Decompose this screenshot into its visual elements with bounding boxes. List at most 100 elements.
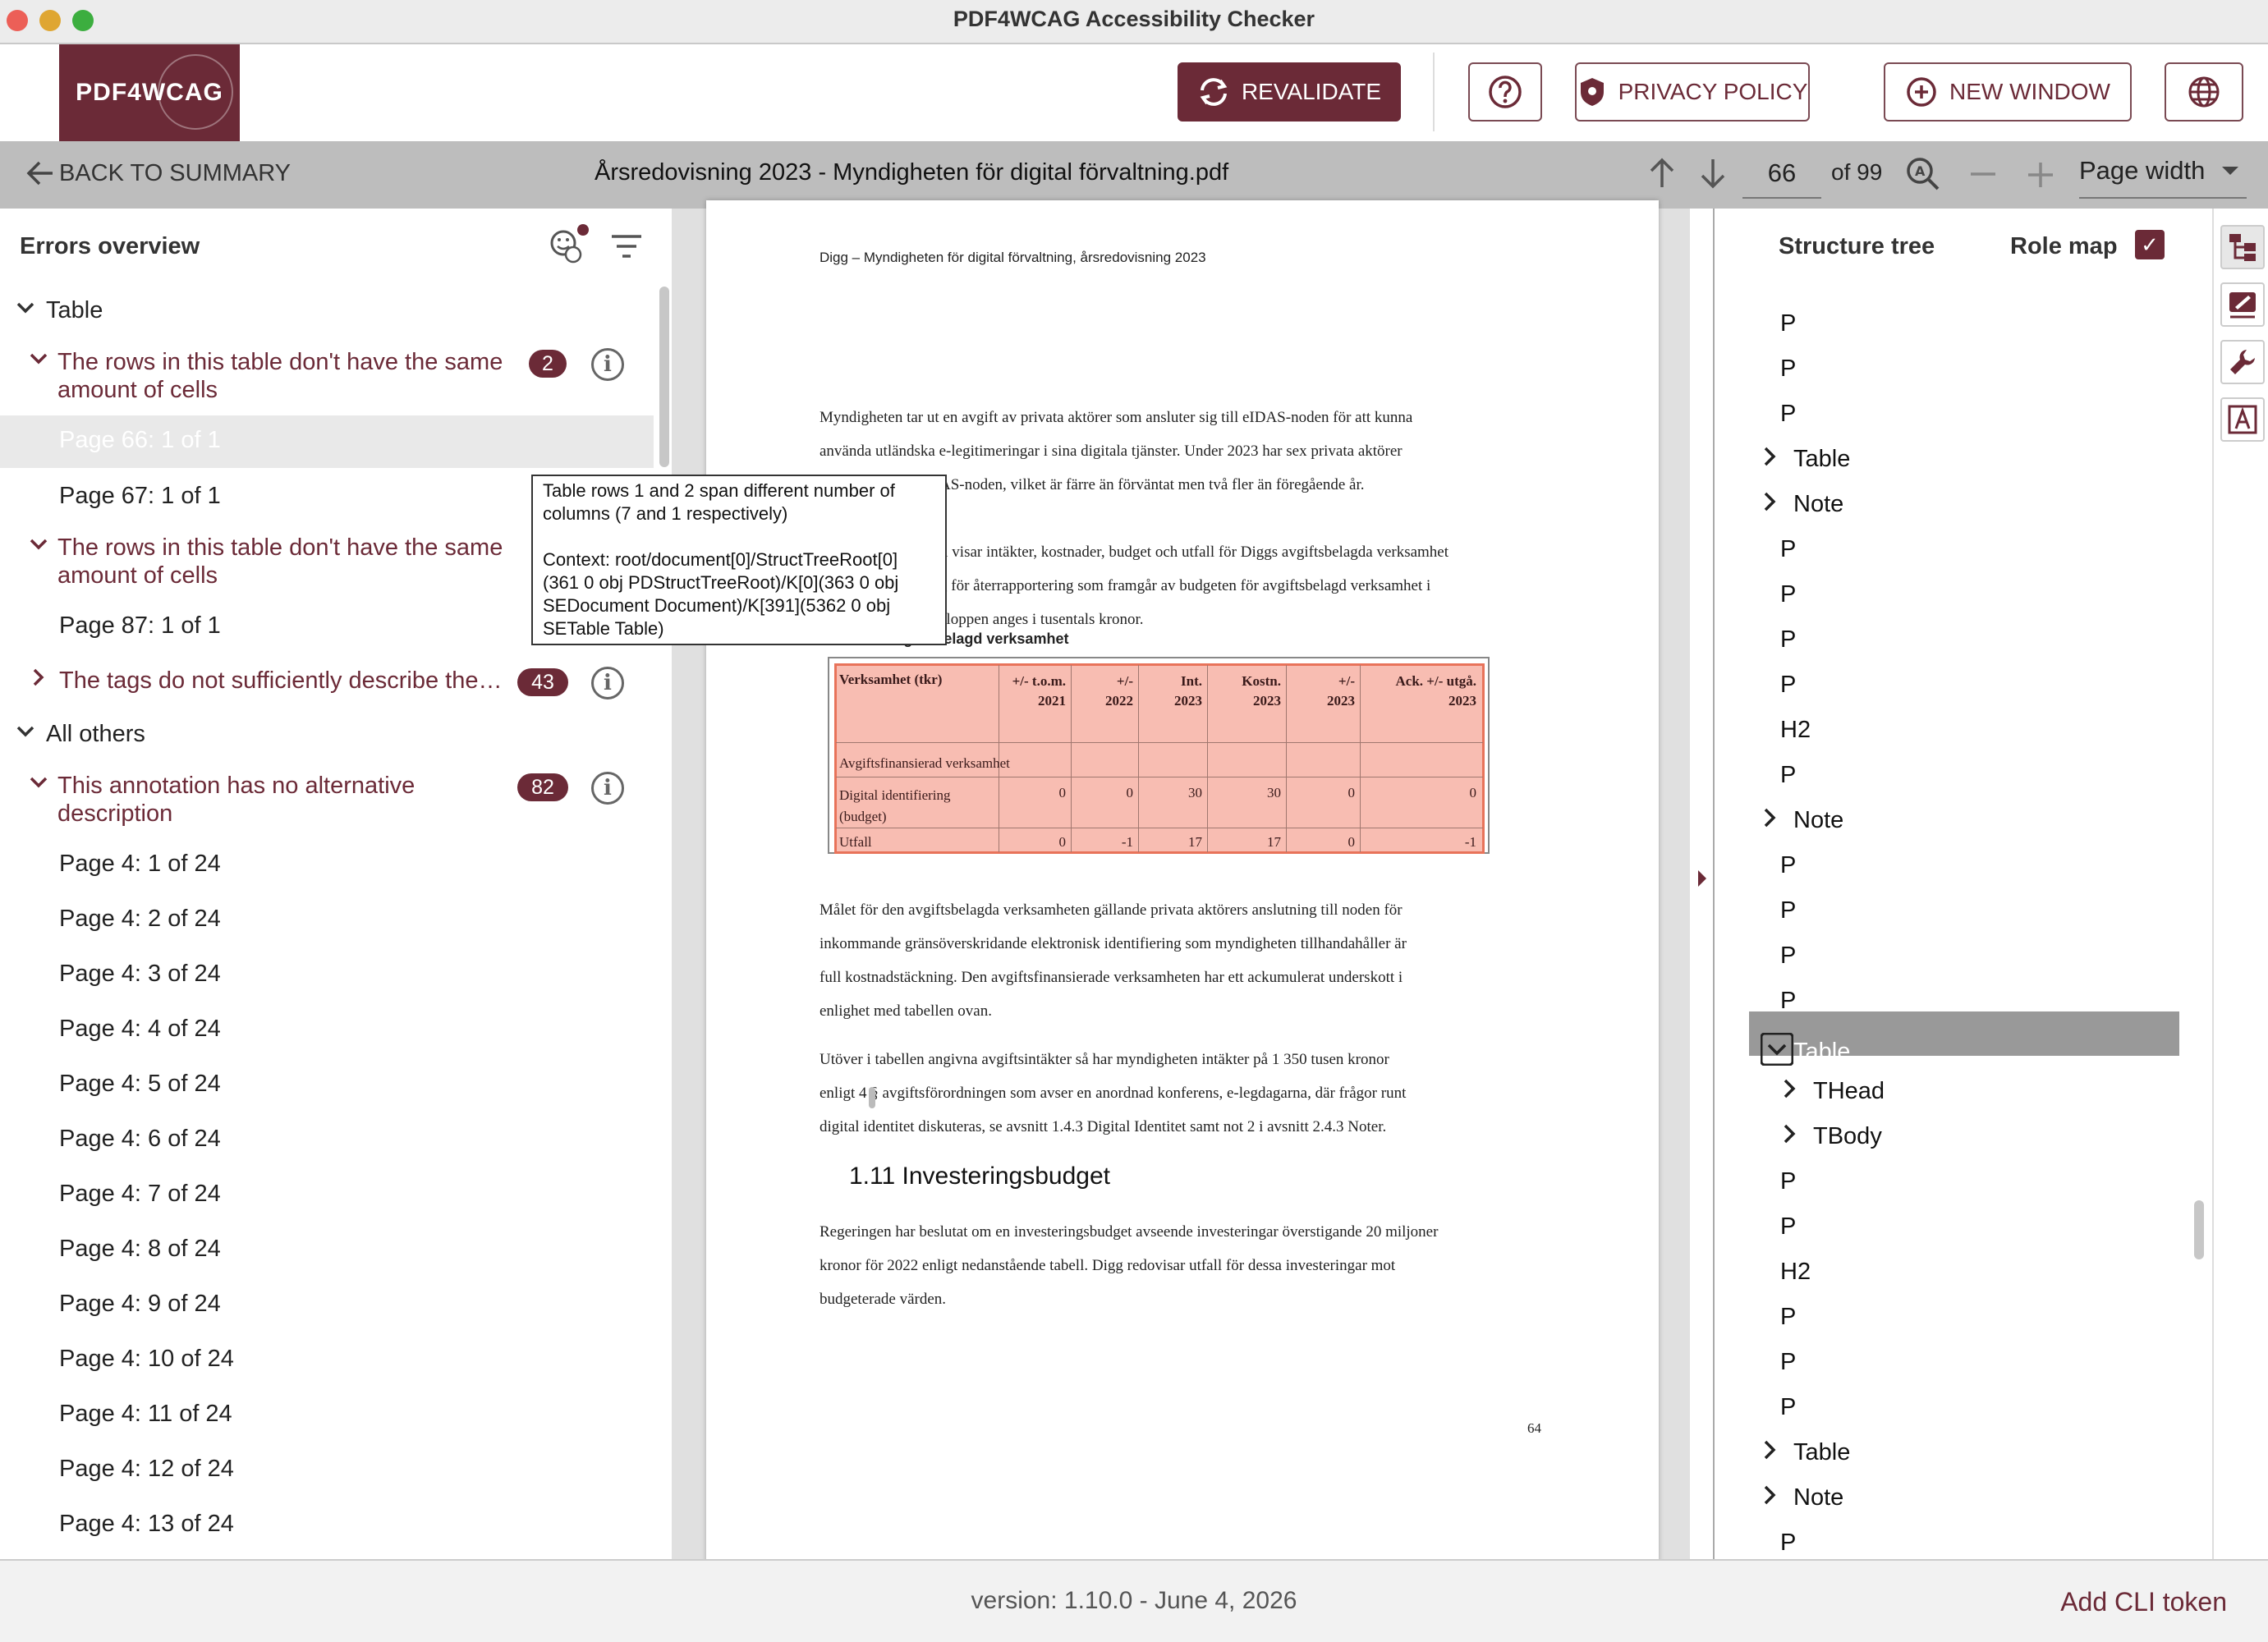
error-instance-row[interactable]: Page 4: 13 of 24 [59,1511,234,1538]
structure-node-p[interactable]: P [1780,1213,1796,1241]
error-instance-row[interactable]: Page 4: 5 of 24 [59,1071,221,1098]
structure-node-p[interactable]: P [1780,943,1796,970]
chevron-down-icon[interactable] [1760,1032,1794,1071]
chevron-right-icon[interactable] [1761,807,1782,834]
table-header-cell: Verksamhet (tkr) [839,672,943,687]
structure-node-p[interactable]: P [1780,852,1796,879]
pdf-line: kronor för 2022 enligt nedanstående tabe… [820,1257,1396,1274]
info-icon[interactable]: i [591,348,624,381]
structure-tree-tool[interactable] [2220,225,2265,269]
error-instance-row[interactable]: Page 4: 10 of 24 [59,1346,234,1373]
structure-node-p[interactable]: P [1780,536,1796,563]
chevron-right-icon[interactable] [1780,1078,1802,1105]
structure-node-tbody[interactable]: TBody [1780,1123,1882,1150]
error-instance-row[interactable]: Page 4: 6 of 24 [59,1126,221,1153]
info-icon[interactable]: i [591,667,624,699]
chevron-right-icon[interactable] [1761,1484,1782,1511]
tools-tool[interactable] [2220,340,2265,384]
arrow-up-icon[interactable] [1647,156,1677,190]
chevron-right-icon[interactable] [1761,1439,1782,1466]
chevron-right-icon[interactable] [1761,491,1782,518]
structure-node-table[interactable]: Table [1760,1032,1851,1071]
structure-node-p[interactable]: P [1780,897,1796,924]
pdf-paragraph: ll visar intäkter, kostnader, budget och… [939,535,1448,636]
error-instance-row[interactable]: Page 4: 1 of 24 [59,851,221,878]
structure-node-h2[interactable]: H2 [1780,1259,1811,1286]
structure-node-p[interactable]: P [1780,626,1796,654]
error-instance-row[interactable]: Page 4: 12 of 24 [59,1456,234,1483]
error-instance-row[interactable]: Page 4: 2 of 24 [59,906,221,933]
structure-scrollbar[interactable] [2194,1200,2204,1259]
caret-down-icon [2222,167,2239,175]
error-row-cells-1[interactable]: The rows in this table don't have the sa… [28,348,521,404]
info-icon[interactable]: i [591,772,624,805]
accessibility-filter-icon[interactable] [545,218,593,266]
structure-node-note[interactable]: Note [1761,807,1843,834]
structure-node-p[interactable]: P [1780,672,1796,699]
document-title: Årsredovisning 2023 - Myndigheten för di… [595,159,1229,186]
add-cli-token-link[interactable]: Add CLI token [2060,1587,2227,1617]
arrow-down-icon[interactable] [1698,156,1728,190]
back-to-summary-link[interactable]: BACK TO SUMMARY [25,159,291,187]
chevron-right-icon [28,667,51,695]
structure-node-p[interactable]: P [1780,310,1796,337]
structure-node-p[interactable]: P [1780,1394,1796,1421]
error-instance-row[interactable]: Page 4: 4 of 24 [59,1016,221,1043]
zoom-in-icon[interactable] [2027,161,2055,189]
panel-divider[interactable] [1690,209,1713,1559]
zoom-select[interactable]: Page width [2079,156,2243,186]
structure-node-p[interactable]: P [1780,1304,1796,1331]
zoom-out-icon[interactable] [1969,171,1997,177]
structure-node-p[interactable]: P [1780,1168,1796,1195]
structure-node-thead[interactable]: THead [1780,1078,1885,1105]
error-instance-row[interactable]: Page 4: 8 of 24 [59,1236,221,1263]
structure-node-h2[interactable]: H2 [1780,717,1811,744]
version-label: version: 1.10.0 - June 4, 2026 [971,1587,1297,1614]
structure-node-note[interactable]: Note [1761,1484,1843,1511]
errors-scrollbar[interactable] [659,287,669,467]
error-row-cells-2[interactable]: The rows in this table don't have the sa… [28,534,521,589]
structure-node-note[interactable]: Note [1761,491,1843,518]
table-cell: 30 [1267,785,1281,800]
structure-node-p[interactable]: P [1780,1349,1796,1376]
structure-node-p[interactable]: P [1780,401,1796,428]
drag-handle-icon[interactable] [865,1085,879,1110]
error-instance-row[interactable]: Page 87: 1 of 1 [59,612,221,640]
tooltip-line: Table rows 1 and 2 span different number… [543,480,895,501]
new-window-button[interactable]: NEW WINDOW [1884,62,2132,122]
filter-icon[interactable] [609,233,644,259]
structure-node-label: P [1780,1304,1797,1330]
chevron-right-icon[interactable] [1761,446,1782,473]
privacy-policy-button[interactable]: PRIVACY POLICY [1575,62,1810,122]
language-button[interactable] [2165,62,2243,122]
text-tool[interactable] [2220,397,2265,442]
help-button[interactable] [1468,62,1542,122]
chevron-right-icon[interactable] [1780,1123,1802,1150]
page-number-input[interactable] [1742,149,1821,199]
structure-node-table[interactable]: Table [1761,1439,1850,1466]
caret-right-icon[interactable] [1696,869,1708,888]
group-table[interactable]: Table [15,297,103,325]
zoom-fit-icon[interactable]: A [1905,156,1941,192]
error-instance-row[interactable]: Page 67: 1 of 1 [59,483,221,510]
group-all-others[interactable]: All others [15,721,145,749]
revalidate-button[interactable]: REVALIDATE [1178,62,1401,122]
error-row-tags[interactable]: The tags do not sufficiently describe th… [28,667,521,695]
role-map-checkbox[interactable]: ✓ [2135,230,2165,259]
structure-node-p[interactable]: P [1780,355,1796,383]
tree-icon [2229,234,2256,261]
error-instance-row[interactable]: Page 4: 7 of 24 [59,1181,221,1208]
error-instance-row[interactable]: Page 4: 11 of 24 [59,1401,232,1428]
annotation-tool[interactable] [2220,282,2265,327]
structure-node-table[interactable]: Table [1761,446,1850,473]
error-row-annotation[interactable]: This annotation has no alternative descr… [28,772,488,828]
error-instance-row[interactable]: Page 4: 9 of 24 [59,1291,221,1318]
structure-node-p[interactable]: P [1780,1530,1796,1557]
error-instance-row-selected[interactable]: Page 66: 1 of 1 [0,415,654,468]
error-instance-row[interactable]: Page 4: 3 of 24 [59,961,221,988]
structure-node-p[interactable]: P [1780,581,1796,608]
structure-node-p[interactable]: P [1780,762,1796,789]
structure-node-p[interactable]: P [1780,988,1796,1015]
error-count-badge: 43 [517,668,568,696]
structure-node-label: Table [1793,1039,1851,1065]
